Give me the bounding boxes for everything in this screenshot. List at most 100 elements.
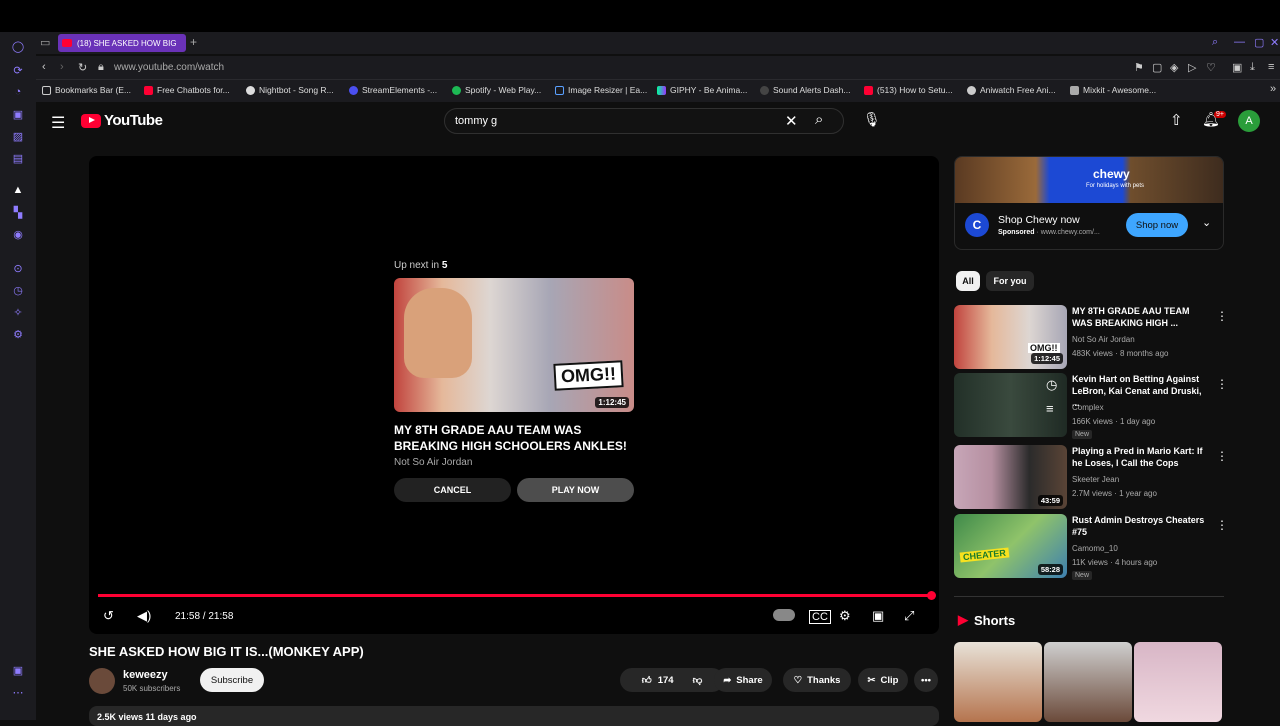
rec-thumbnail[interactable]: OMG!! 1:12:45	[954, 305, 1067, 369]
vpn-icon[interactable]: ◈	[1170, 61, 1178, 74]
bookmarks-overflow-icon[interactable]: »	[1270, 83, 1276, 95]
snapshot-icon[interactable]: ▢	[1152, 61, 1162, 74]
maximize-icon[interactable]: ▢	[1254, 36, 1264, 49]
extensions-icon[interactable]: ✧	[10, 304, 26, 320]
cancel-button[interactable]: CANCEL	[394, 478, 511, 502]
bottom-tool-icon[interactable]: ▣	[10, 662, 26, 678]
dislike-button[interactable]: 👎︎	[693, 674, 703, 686]
bookmark-item[interactable]: Nightbot - Song R...	[246, 85, 334, 95]
ad-banner[interactable]: chewy For holidays with pets	[955, 157, 1223, 203]
rec-thumbnail[interactable]: ◷ ≡	[954, 373, 1067, 437]
play-now-button[interactable]: PLAY NOW	[517, 478, 634, 502]
captions-icon[interactable]: CC	[809, 610, 831, 624]
account-avatar[interactable]: A	[1238, 110, 1260, 132]
rec-more-icon[interactable]: ⋮	[1216, 449, 1228, 463]
history-icon[interactable]: ◔	[10, 84, 26, 100]
clip-button[interactable]: ✂ Clip	[858, 668, 908, 692]
aria-icon[interactable]: ▲	[10, 182, 26, 198]
reload-icon[interactable]: ↻	[78, 61, 87, 74]
rec-title[interactable]: MY 8TH GRADE AAU TEAM WAS BREAKING HIGH …	[1072, 305, 1210, 329]
fullscreen-icon[interactable]: ⤢	[904, 608, 914, 624]
scrubber-handle[interactable]	[927, 591, 936, 600]
bookmark-item[interactable]: Sound Alerts Dash...	[760, 85, 851, 95]
pin-icon[interactable]: ▨	[10, 128, 26, 144]
ad-title[interactable]: Shop Chewy now	[998, 214, 1080, 226]
bookmark-item[interactable]: (513) How to Setu...	[864, 85, 953, 95]
volume-icon[interactable]: ◀)	[137, 608, 151, 624]
like-button[interactable]: 👍︎ 174	[642, 674, 674, 687]
messenger-icon[interactable]: ▤	[10, 150, 26, 166]
close-window-icon[interactable]: ✕	[1270, 36, 1279, 49]
video-player[interactable]: Up next in 5 OMG!! 1:12:45 MY 8TH GRADE …	[89, 156, 939, 634]
search-tabs-icon[interactable]: ⌕	[1212, 36, 1218, 49]
bookmark-item[interactable]: Aniwatch Free Ani...	[967, 85, 1056, 95]
twitch-icon[interactable]: ▚	[10, 204, 26, 220]
miniplayer-icon[interactable]: ▣	[872, 608, 884, 624]
minimize-icon[interactable]: —	[1234, 36, 1245, 48]
bookmark-item[interactable]: Bookmarks Bar (E...	[42, 85, 131, 95]
recommendation-item[interactable]: OMG!! 1:12:45 MY 8TH GRADE AAU TEAM WAS …	[954, 305, 1228, 369]
download-icon[interactable]: ⤓	[1250, 61, 1255, 74]
heart-icon[interactable]: ♡	[1206, 61, 1216, 74]
discord-icon[interactable]: ◉	[10, 226, 26, 242]
youtube-logo[interactable]: YouTube	[81, 112, 163, 129]
search-icon[interactable]: ⌕	[815, 111, 823, 128]
bookmark-item[interactable]: Image Resizer | Ea...	[555, 85, 647, 95]
clock-icon[interactable]: ◷	[10, 282, 26, 298]
menu-icon[interactable]: ≡	[1268, 61, 1274, 73]
bookmark-item[interactable]: Free Chatbots for...	[144, 85, 230, 95]
add-to-queue-icon[interactable]: ≡	[1046, 401, 1054, 416]
bookmark-item[interactable]: GIPHY - Be Anima...	[657, 85, 747, 95]
thanks-button[interactable]: ♡ Thanks	[783, 668, 851, 692]
player-icon[interactable]: ⊙	[10, 260, 26, 276]
shop-now-button[interactable]: Shop now	[1126, 213, 1188, 237]
chip-all[interactable]: All	[956, 271, 980, 291]
forward-icon[interactable]: ›	[60, 61, 64, 73]
up-next-thumbnail[interactable]: OMG!! 1:12:45	[394, 278, 634, 412]
rec-thumbnail[interactable]: 43:59	[954, 445, 1067, 509]
wallet-toolbar-icon[interactable]: ▣	[1232, 61, 1242, 74]
upload-icon[interactable]: ⇧	[1170, 111, 1183, 129]
play-icon[interactable]: ▷	[1188, 61, 1196, 74]
short-thumbnail[interactable]	[1044, 642, 1132, 722]
microphone-icon[interactable]: 🎙︎	[863, 111, 881, 128]
recommendation-item[interactable]: 43:59 Playing a Pred in Mario Kart: If h…	[954, 445, 1228, 509]
url-field[interactable]: www.youtube.com/watch	[114, 62, 224, 73]
sponsored-ad[interactable]: chewy For holidays with pets C Shop Chew…	[954, 156, 1224, 250]
sidebar-more-icon[interactable]: ⋯	[10, 684, 26, 700]
channel-avatar[interactable]	[89, 668, 115, 694]
search-input[interactable]: tommy g	[455, 115, 497, 127]
recommendation-item[interactable]: CHEATER 58:28 Rust Admin Destroys Cheate…	[954, 514, 1228, 580]
up-next-title[interactable]: MY 8TH GRADE AAU TEAM WAS BREAKING HIGH …	[394, 422, 634, 454]
rec-more-icon[interactable]: ⋮	[1216, 377, 1228, 391]
bookmark-item[interactable]: Spotify - Web Play...	[452, 85, 541, 95]
progress-bar[interactable]	[98, 591, 936, 600]
bookmark-icon[interactable]: ⚑	[1134, 61, 1144, 74]
rec-title[interactable]: Rust Admin Destroys Cheaters #75	[1072, 514, 1210, 538]
subscribe-button[interactable]: Subscribe	[200, 668, 264, 692]
bookmark-item[interactable]: Mixkit - Awesome...	[1070, 85, 1156, 95]
new-tab-button[interactable]: +	[190, 35, 197, 49]
hamburger-menu-icon[interactable]: ☰	[51, 113, 65, 133]
views-row[interactable]: 2.5K views 11 days ago	[89, 706, 939, 726]
short-thumbnail[interactable]	[1134, 642, 1222, 722]
settings-icon[interactable]: ⚙	[10, 326, 26, 342]
replay-icon[interactable]: ↺	[103, 608, 114, 624]
share-button[interactable]: ➦ Share	[714, 668, 772, 692]
more-actions-button[interactable]: •••	[914, 668, 938, 692]
short-thumbnail[interactable]	[954, 642, 1042, 722]
refresh-sidebar-icon[interactable]: ⟳	[10, 62, 26, 78]
autoplay-toggle[interactable]	[773, 609, 795, 621]
workspaces-icon[interactable]: ▭	[40, 36, 50, 49]
bookmark-item[interactable]: StreamElements -...	[349, 85, 437, 95]
chip-for-you[interactable]: For you	[986, 271, 1034, 291]
opera-logo-icon[interactable]: ◯	[10, 38, 26, 54]
active-tab[interactable]: (18) SHE ASKED HOW BIG	[58, 34, 186, 52]
recommendation-item[interactable]: ◷ ≡ Kevin Hart on Betting Against LeBron…	[954, 373, 1228, 439]
rec-title[interactable]: Playing a Pred in Mario Kart: If he Lose…	[1072, 445, 1210, 469]
channel-name[interactable]: keweezy	[123, 669, 168, 681]
rec-more-icon[interactable]: ⋮	[1216, 518, 1228, 532]
wallet-icon[interactable]: ▣	[10, 106, 26, 122]
chevron-down-icon[interactable]: ⌄	[1202, 216, 1211, 229]
back-icon[interactable]: ‹	[42, 61, 46, 73]
